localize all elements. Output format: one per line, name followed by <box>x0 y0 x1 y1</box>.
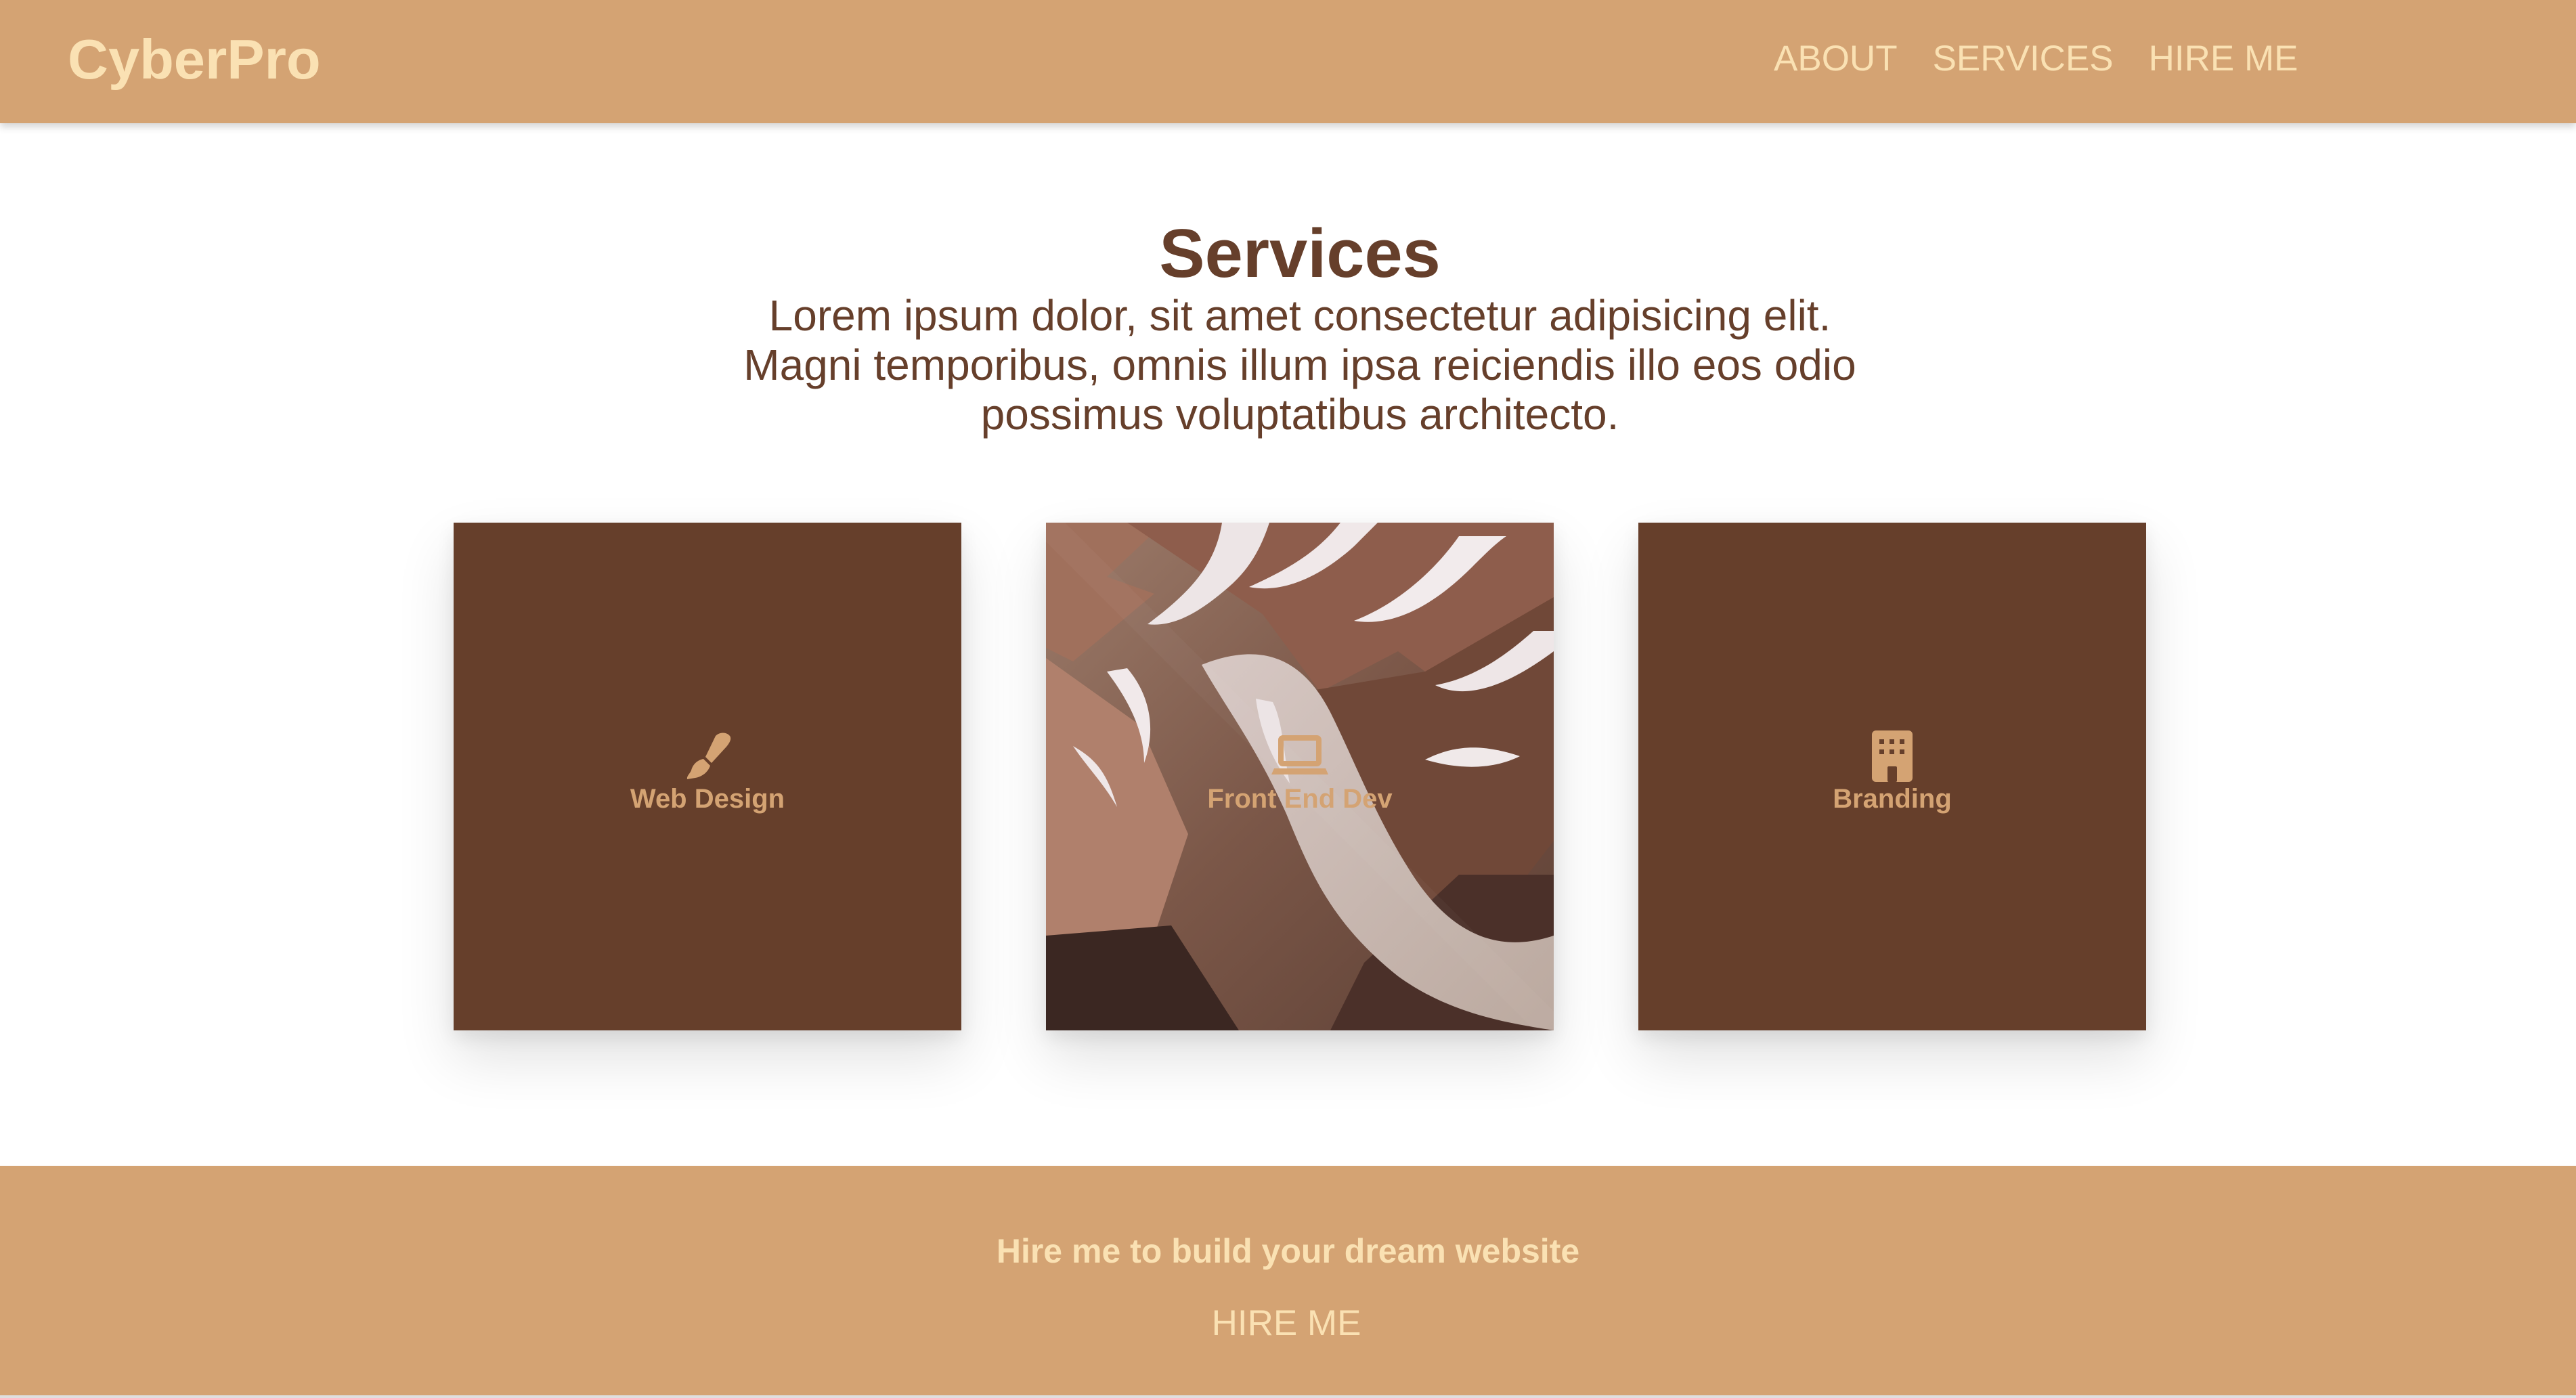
hire-me-cta-section: Hire me to build your dream website HIRE… <box>0 1166 2576 1398</box>
top-navbar: CyberPro ABOUT SERVICES HIRE ME <box>0 0 2576 123</box>
service-card-content: Web Design <box>454 729 961 816</box>
main-navigation: ABOUT SERVICES HIRE ME <box>1774 35 2298 83</box>
service-card-label: Front End Dev <box>1207 784 1393 814</box>
service-card-label: Branding <box>1833 784 1952 814</box>
service-card-web-design[interactable]: Web Design <box>454 523 961 1030</box>
service-card-content: Front End Dev <box>1046 729 1554 816</box>
paintbrush-icon <box>686 733 731 779</box>
service-card-front-end-dev[interactable]: Front End Dev <box>1046 523 1554 1030</box>
laptop-icon <box>1271 735 1328 774</box>
building-icon <box>1872 730 1913 782</box>
services-title: Services <box>1159 216 1441 292</box>
brand-logo-text[interactable]: CyberPro <box>68 26 321 93</box>
services-description: Lorem ipsum dolor, sit amet consectetur … <box>743 291 1856 439</box>
nav-link-about[interactable]: ABOUT <box>1774 35 1898 83</box>
cta-title: Hire me to build your dream website <box>996 1232 1580 1270</box>
nav-link-hire-me[interactable]: HIRE ME <box>2149 35 2298 83</box>
page: CyberPro ABOUT SERVICES HIRE ME Services… <box>0 0 2576 1398</box>
nav-link-services[interactable]: SERVICES <box>1933 35 2114 83</box>
cta-hire-me-button[interactable]: HIRE ME <box>1151 1300 1422 1347</box>
service-card-branding[interactable]: Branding <box>1638 523 2146 1030</box>
service-card-content: Branding <box>1638 729 2146 816</box>
cta-bottom-border <box>0 1395 2576 1398</box>
service-card-label: Web Design <box>630 784 785 814</box>
